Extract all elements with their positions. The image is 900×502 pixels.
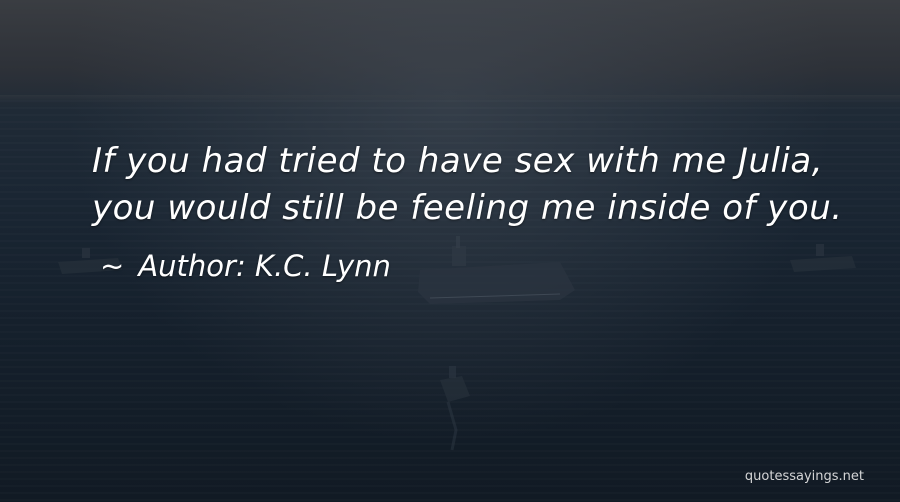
quote-author: ~ Author: K.C. Lynn	[100, 248, 391, 284]
author-dash: ~	[100, 249, 125, 283]
author-label: Author: K.C. Lynn	[138, 249, 391, 283]
quote-line: you would still be feeling me inside of …	[92, 188, 843, 228]
destroyer-center	[440, 366, 470, 451]
quote-text: If you had tried to have sex with me Jul…	[92, 138, 872, 232]
quote-image: If you had tried to have sex with me Jul…	[0, 0, 900, 502]
destroyer-right	[790, 244, 856, 272]
site-watermark: quotessayings.net	[744, 469, 864, 484]
quote-line: If you had tried to have sex with me Jul…	[92, 141, 824, 181]
aircraft-carrier	[418, 236, 575, 304]
